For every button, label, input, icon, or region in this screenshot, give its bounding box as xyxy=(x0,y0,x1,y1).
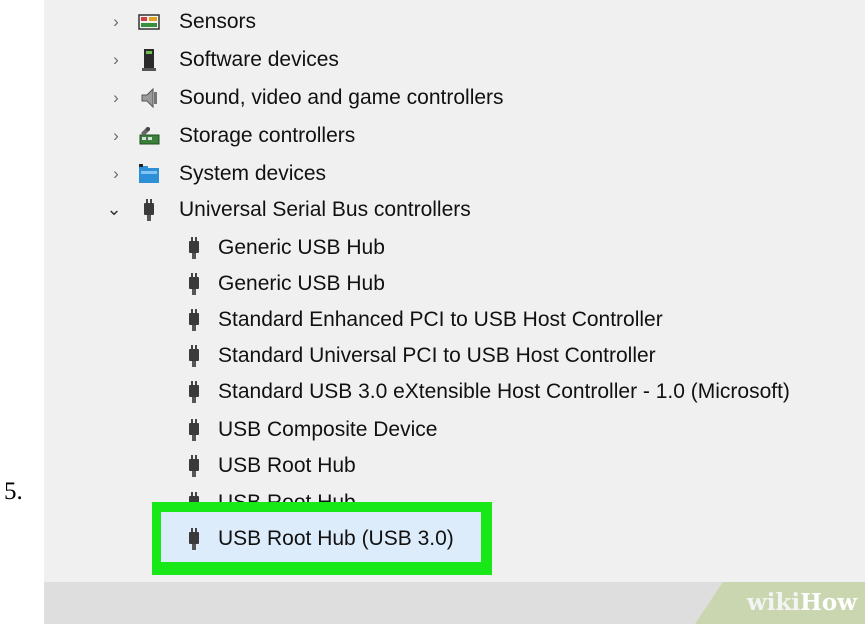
tree-item-usb-root-hub[interactable]: USB Root Hub xyxy=(44,448,865,485)
watermark-wiki: wiki xyxy=(746,589,801,616)
tree-item-software-devices[interactable]: › Software devices xyxy=(44,42,865,79)
expand-arrow-icon[interactable]: › xyxy=(106,126,126,146)
usb-plug-icon xyxy=(189,381,199,403)
tree-item-system-devices[interactable]: › System devices xyxy=(44,156,865,193)
usb-plug-icon xyxy=(189,528,199,550)
tree-item-label: USB Root Hub (USB 3.0) xyxy=(218,527,454,550)
wikihow-watermark: wikiHow xyxy=(747,589,857,616)
software-device-icon xyxy=(142,49,156,71)
tree-item-usb-composite-device[interactable]: USB Composite Device xyxy=(44,412,865,449)
clipped-row-container: USB Root Hub xyxy=(44,485,865,503)
tree-item-label: USB Composite Device xyxy=(218,418,438,441)
tree-item-label: Universal Serial Bus controllers xyxy=(179,198,471,221)
tree-item-label: Generic USB Hub xyxy=(218,272,385,295)
tree-item-enhanced-pci-usb-host[interactable]: Standard Enhanced PCI to USB Host Contro… xyxy=(44,302,865,339)
usb-plug-icon xyxy=(189,419,199,441)
sensors-icon xyxy=(138,14,160,30)
usb-plug-icon xyxy=(189,455,199,477)
tree-item-usb-controllers[interactable]: ⌄ Universal Serial Bus controllers xyxy=(44,192,865,229)
usb-plug-icon xyxy=(189,345,199,367)
tree-item-usb3-xhci[interactable]: Standard USB 3.0 eXtensible Host Control… xyxy=(44,374,865,411)
usb-plug-icon xyxy=(144,199,154,221)
tree-item-generic-usb-hub[interactable]: Generic USB Hub xyxy=(44,230,865,267)
tree-item-label: System devices xyxy=(179,162,327,185)
usb-plug-icon xyxy=(189,273,199,295)
tree-item-label: Generic USB Hub xyxy=(218,236,385,259)
tree-item-label: USB Root Hub xyxy=(218,454,356,477)
system-folder-icon xyxy=(139,164,159,183)
expand-arrow-icon[interactable]: › xyxy=(106,50,126,70)
expand-arrow-icon[interactable]: › xyxy=(106,12,126,32)
tree-item-usb-root-hub-usb3-selected[interactable]: USB Root Hub (USB 3.0) xyxy=(44,521,865,558)
usb-plug-icon xyxy=(189,309,199,331)
tree-item-usb-root-hub[interactable]: USB Root Hub xyxy=(44,485,865,503)
tree-item-label: Software devices xyxy=(179,48,339,71)
speaker-icon xyxy=(141,87,157,109)
step-number: 5. xyxy=(4,478,23,505)
usb-plug-icon xyxy=(189,237,199,259)
tree-item-label: Sound, video and game controllers xyxy=(179,86,504,109)
watermark-how: How xyxy=(800,589,857,616)
storage-controller-icon xyxy=(139,127,160,145)
tree-item-sensors[interactable]: › Sensors xyxy=(44,4,865,41)
tree-item-label: Standard USB 3.0 eXtensible Host Control… xyxy=(218,380,790,403)
tree-item-generic-usb-hub[interactable]: Generic USB Hub xyxy=(44,266,865,303)
device-tree: › Sensors › Software devices › Sound, vi… xyxy=(44,0,865,580)
tree-item-label: Standard Universal PCI to USB Host Contr… xyxy=(218,344,656,367)
tree-item-universal-pci-usb-host[interactable]: Standard Universal PCI to USB Host Contr… xyxy=(44,338,865,375)
expand-arrow-icon[interactable]: › xyxy=(106,88,126,108)
device-manager-window: › Sensors › Software devices › Sound, vi… xyxy=(44,0,865,624)
tree-item-label: Sensors xyxy=(179,10,257,33)
tree-item-label: Standard Enhanced PCI to USB Host Contro… xyxy=(218,308,663,331)
tree-item-sound-video-game[interactable]: › Sound, video and game controllers xyxy=(44,80,865,117)
tree-item-label: Storage controllers xyxy=(179,124,356,147)
expand-arrow-icon[interactable]: › xyxy=(106,164,126,184)
tree-item-storage-controllers[interactable]: › Storage controllers xyxy=(44,118,865,155)
collapse-arrow-icon[interactable]: ⌄ xyxy=(104,199,124,220)
